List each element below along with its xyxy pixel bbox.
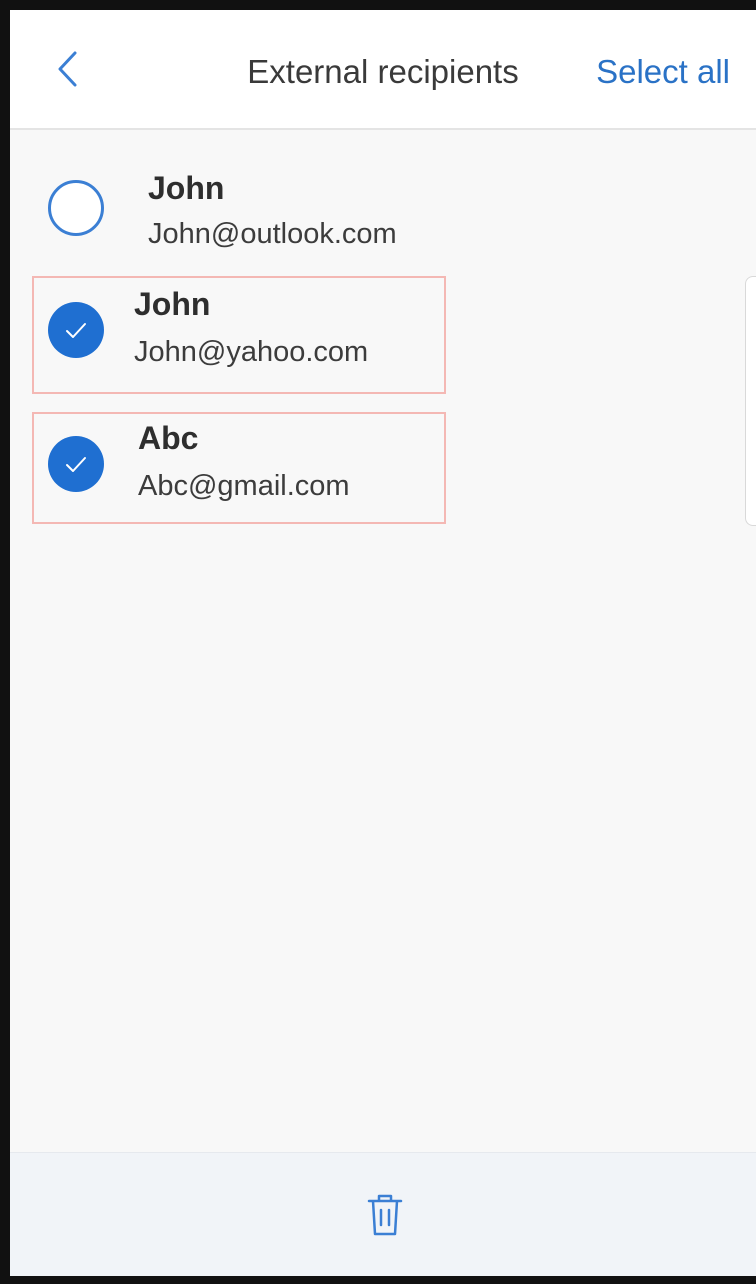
recipient-name: John — [134, 286, 211, 322]
back-button[interactable] — [44, 46, 90, 92]
recipient-row[interactable]: John John@outlook.com — [32, 142, 446, 260]
trash-icon — [367, 1194, 403, 1236]
select-all-button[interactable]: Select all — [596, 53, 730, 91]
delete-button[interactable] — [362, 1189, 408, 1241]
recipient-email: Abc@gmail.com — [138, 470, 350, 502]
chevron-left-icon — [58, 51, 77, 87]
side-panel-edge — [745, 276, 756, 526]
recipient-email: John@outlook.com — [148, 218, 397, 250]
app-screen: External recipients Select all John John… — [10, 10, 756, 1276]
header-bar: External recipients Select all — [10, 10, 756, 130]
checked-circle-icon[interactable] — [48, 436, 104, 492]
bottom-toolbar — [10, 1152, 756, 1276]
recipient-email: John@yahoo.com — [134, 336, 369, 368]
unchecked-circle-icon[interactable] — [48, 180, 104, 236]
checked-circle-icon[interactable] — [48, 302, 104, 358]
recipient-row[interactable]: Abc Abc@gmail.com — [32, 412, 446, 524]
recipient-name: John — [148, 170, 225, 206]
recipient-row[interactable]: John John@yahoo.com — [32, 276, 446, 394]
recipient-name: Abc — [138, 420, 199, 456]
